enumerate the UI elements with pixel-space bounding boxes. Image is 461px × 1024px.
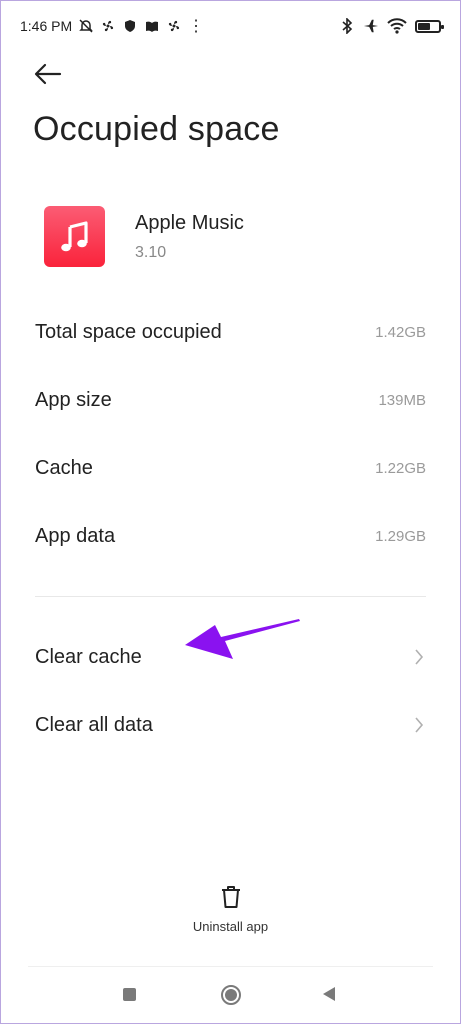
storage-value: 139MB — [378, 391, 426, 409]
wifi-icon — [387, 18, 407, 34]
back-arrow-icon — [34, 63, 62, 85]
navbar-divider — [28, 966, 433, 967]
status-bar: 1:46 PM ⋮ — [20, 12, 444, 40]
annotation-arrow-icon — [185, 619, 300, 659]
storage-row-app-data: App data 1.29GB — [35, 502, 426, 570]
chevron-right-icon — [412, 715, 426, 735]
book-icon — [144, 18, 160, 34]
fan-icon-2 — [166, 18, 182, 34]
back-button[interactable] — [32, 58, 64, 90]
apple-music-app-icon — [44, 206, 105, 267]
home-button[interactable] — [219, 983, 243, 1007]
shield-icon — [122, 18, 138, 34]
chevron-right-icon — [412, 647, 426, 667]
status-left: 1:46 PM ⋮ — [20, 16, 205, 36]
clear-all-data-button[interactable]: Clear all data — [35, 691, 426, 759]
triangle-back-icon — [323, 987, 335, 1001]
section-divider — [35, 596, 426, 597]
uninstall-app-label: Uninstall app — [192, 919, 269, 934]
clear-cache-label: Clear cache — [35, 645, 142, 668]
status-right — [339, 18, 444, 34]
music-note-icon — [60, 220, 88, 251]
clear-all-data-label: Clear all data — [35, 713, 153, 736]
trash-icon — [221, 886, 240, 908]
uninstall-app-button[interactable]: Uninstall app — [0, 885, 461, 934]
storage-label: App data — [35, 524, 116, 547]
bluetooth-icon — [339, 18, 355, 34]
page-title: Occupied space — [33, 110, 280, 148]
storage-row-cache: Cache 1.22GB — [35, 434, 426, 502]
square-icon — [122, 987, 136, 1001]
back-nav-button[interactable] — [320, 985, 338, 1003]
storage-label: Total space occupied — [35, 320, 222, 343]
storage-row-total: Total space occupied 1.42GB — [35, 298, 426, 366]
airplane-mode-icon — [363, 18, 379, 34]
app-version: 3.10 — [135, 244, 167, 261]
storage-value: 1.42GB — [375, 323, 426, 341]
fan-icon — [100, 18, 116, 34]
storage-label: Cache — [35, 456, 93, 479]
recents-button[interactable] — [120, 985, 138, 1003]
battery-icon — [415, 19, 444, 33]
storage-label: App size — [35, 388, 112, 411]
storage-list: Total space occupied 1.42GB App size 139… — [35, 298, 426, 570]
app-name: Apple Music — [135, 212, 244, 234]
storage-row-app-size: App size 139MB — [35, 366, 426, 434]
storage-value: 1.22GB — [375, 459, 426, 477]
notification-muted-icon — [78, 18, 94, 34]
circle-icon — [221, 985, 241, 1005]
status-time: 1:46 PM — [20, 18, 73, 34]
more-notifications-icon: ⋮ — [188, 18, 206, 35]
storage-value: 1.29GB — [375, 527, 426, 545]
